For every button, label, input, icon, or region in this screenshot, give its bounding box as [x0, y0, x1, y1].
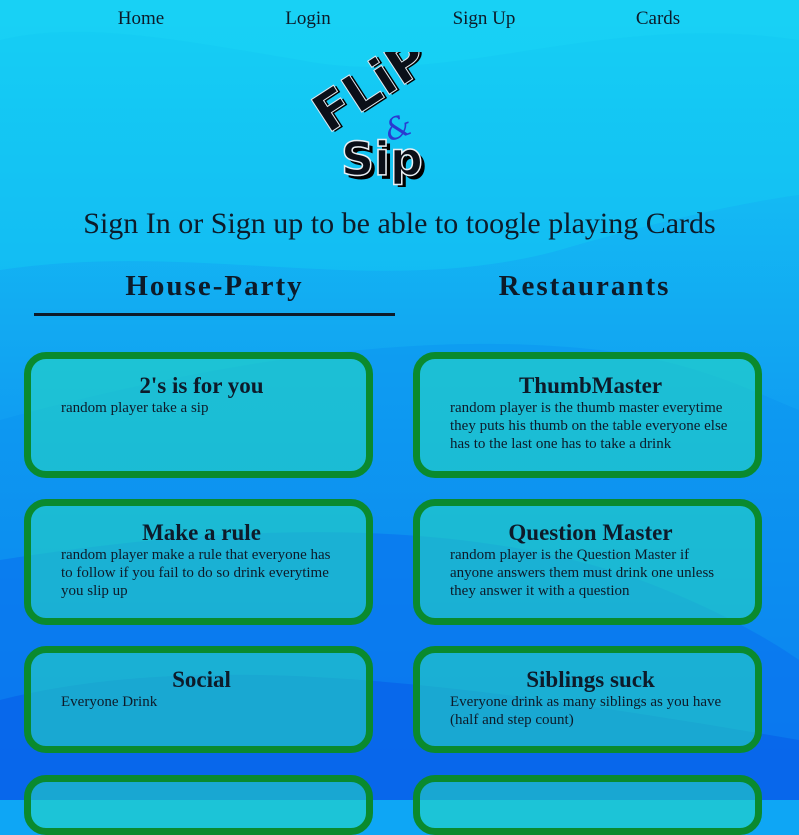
card-partial[interactable] [24, 775, 373, 835]
logo-line1: FLiP [302, 52, 439, 145]
card-title: ThumbMaster [518, 373, 663, 398]
card-text: random player is the Question Master if … [450, 547, 715, 599]
card[interactable]: ThumbMaster random player is the thumb m… [413, 352, 762, 478]
card-text: random player make a rule that everyone … [61, 547, 331, 599]
flip-and-sip-logo: FLiP FLiP & Sip Sip [302, 52, 442, 187]
card-title: 2's is for you [139, 373, 264, 398]
active-tab-underline [34, 313, 395, 316]
logo-line2: Sip [341, 132, 423, 186]
card-title: Social [172, 667, 231, 692]
nav-signup[interactable]: Sign Up [453, 8, 516, 30]
nav-home[interactable]: Home [118, 8, 164, 30]
card-title: Question Master [508, 520, 673, 545]
card-title: Siblings suck [526, 667, 655, 692]
page-headline: Sign In or Sign up to be able to toogle … [83, 207, 716, 240]
card[interactable]: Social Everyone Drink [24, 646, 373, 753]
card-title: Make a rule [142, 520, 261, 545]
card-text: random player is the thumb master everyt… [450, 400, 728, 452]
tab-restaurants[interactable]: Restaurants [404, 270, 765, 303]
card-partial[interactable] [413, 775, 762, 835]
tab-house-party[interactable]: House-Party [34, 270, 395, 303]
nav-login[interactable]: Login [285, 8, 330, 30]
card-text: Everyone drink as many siblings as you h… [450, 694, 722, 728]
card[interactable]: Question Master random player is the Que… [413, 499, 762, 625]
card[interactable]: Siblings suck Everyone drink as many sib… [413, 646, 762, 753]
nav-cards[interactable]: Cards [636, 8, 680, 30]
top-nav: Home Login Sign Up Cards [0, 8, 799, 32]
card-text: random player take a sip [61, 400, 209, 416]
card[interactable]: Make a rule random player make a rule th… [24, 499, 373, 625]
card[interactable]: 2's is for you random player take a sip [24, 352, 373, 478]
card-text: Everyone Drink [61, 694, 158, 710]
